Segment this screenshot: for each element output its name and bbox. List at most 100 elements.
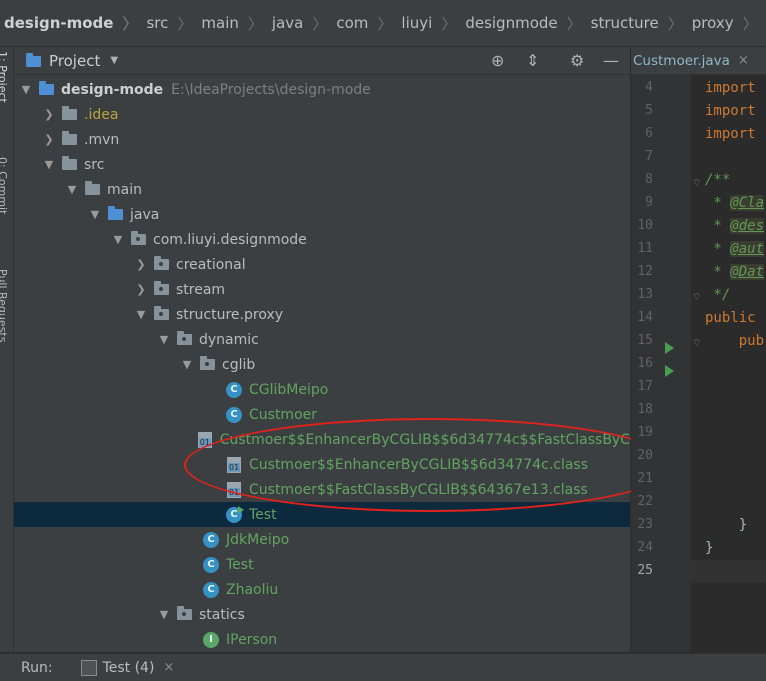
folder-icon (62, 156, 77, 170)
breadcrumb-label: src (146, 14, 169, 32)
tab-project[interactable]: 1: Project (0, 51, 9, 103)
chevron-down-icon[interactable]: ▼ (87, 208, 103, 221)
chevron-right-icon: 〉 (441, 14, 457, 33)
tree-item-package-root[interactable]: ▼ com.liuyi.designmode (14, 227, 630, 252)
tree-item-stream[interactable]: ❯ stream (14, 277, 630, 302)
doc-star: * (705, 241, 731, 257)
breadcrumb-label: design-mode (4, 14, 114, 32)
chevron-right-icon[interactable]: ❯ (133, 258, 149, 271)
close-icon[interactable]: × (738, 53, 749, 68)
line-number: 14 (637, 310, 653, 325)
tree-item-label: IPerson (226, 631, 278, 648)
chevron-right-icon: 〉 (312, 14, 328, 33)
package-icon (154, 256, 169, 270)
editor-tab-bar: Custmoer.java × (631, 47, 766, 75)
chevron-right-icon: 〉 (667, 14, 683, 33)
breadcrumb-item-project[interactable]: design-mode 〉 (4, 13, 146, 34)
chevron-down-icon[interactable]: ▼ (110, 55, 118, 66)
tree-item-jdkmeipo[interactable]: C JdkMeipo (14, 527, 630, 552)
chevron-right-icon[interactable]: ❯ (41, 108, 57, 121)
chevron-down-icon[interactable]: ▼ (64, 183, 80, 196)
settings-icon[interactable]: ⚙ (570, 51, 584, 70)
run-gutter-icon[interactable] (665, 365, 674, 377)
breadcrumb-item-proxy[interactable]: proxy 〉 (692, 13, 766, 34)
tab-commit[interactable]: 0: Commit (0, 157, 9, 214)
code-line: * @aut (705, 241, 765, 257)
folder-icon (62, 131, 77, 145)
tab-pull-requests[interactable]: Pull Requests (0, 269, 9, 342)
tree-item-creational[interactable]: ❯ creational (14, 252, 630, 277)
fold-icon[interactable]: ⌔ (692, 291, 701, 304)
tree-item-cglib[interactable]: ▼ cglib (14, 352, 630, 377)
chevron-down-icon[interactable]: ▼ (156, 333, 172, 346)
tree-item-dynamic[interactable]: ▼ dynamic (14, 327, 630, 352)
project-panel: Project ▼ ⊕ ⇕ ⚙ — ▼ design-mode E:\IdeaP… (14, 47, 630, 652)
breadcrumb-item-liuyi[interactable]: liuyi 〉 (401, 13, 465, 34)
tree-item-label: Custmoer$$EnhancerByCGLIB$$6d34774c.clas… (249, 456, 589, 473)
class-file-icon (227, 481, 241, 498)
tree-item-fastclass-class[interactable]: Custmoer$$FastClassByCGLIB$$64367e13.cla… (14, 477, 630, 502)
tree-item-main[interactable]: ▼ main (14, 177, 630, 202)
tree-item-dynamic-test[interactable]: C Test (14, 552, 630, 577)
tree-item-label: Test (249, 506, 277, 523)
line-number: 11 (637, 241, 653, 256)
class-file-icon (227, 456, 241, 473)
line-number: 19 (637, 425, 653, 440)
breadcrumb-item-main[interactable]: main 〉 (201, 13, 272, 34)
tree-item-java[interactable]: ▼ java (14, 202, 630, 227)
breadcrumb-item-designmode[interactable]: designmode 〉 (465, 13, 590, 34)
chevron-right-icon: 〉 (247, 14, 263, 33)
tree-item-statics[interactable]: ▼ statics (14, 602, 630, 627)
fold-icon[interactable]: ⌔ (692, 177, 701, 190)
code-editor[interactable]: Custmoer.java × 4 5 6 7 8 9 10 11 12 13 … (631, 47, 766, 652)
tree-item-label: stream (176, 281, 226, 298)
project-view-selector[interactable]: Project (49, 52, 100, 70)
code-line: /** (705, 172, 731, 188)
tree-item-label: .idea (84, 106, 119, 123)
tree-item-cglib-test[interactable]: C Test (14, 502, 630, 527)
tree-item-label: Custmoer (249, 406, 318, 423)
tree-item-label: structure.proxy (176, 306, 284, 323)
editor-tab-custmoer[interactable]: Custmoer.java (633, 53, 730, 69)
close-icon[interactable]: × (163, 660, 174, 675)
chevron-down-icon[interactable]: ▼ (18, 83, 34, 96)
tree-item-project-root[interactable]: ▼ design-mode E:\IdeaProjects\design-mod… (14, 77, 630, 102)
code-line: import (705, 126, 756, 142)
fold-icon[interactable]: ⌔ (692, 337, 701, 350)
tree-item-idea[interactable]: ❯ .idea (14, 102, 630, 127)
chevron-down-icon[interactable]: ▼ (133, 308, 149, 321)
chevron-down-icon[interactable]: ▼ (179, 358, 195, 371)
tree-item-structure-proxy[interactable]: ▼ structure.proxy (14, 302, 630, 327)
chevron-right-icon: 〉 (742, 14, 758, 33)
tree-item-custmoer[interactable]: C Custmoer (14, 402, 630, 427)
breadcrumb-item-java[interactable]: java 〉 (272, 13, 336, 34)
tree-item-mvn[interactable]: ❯ .mvn (14, 127, 630, 152)
tree-item-src[interactable]: ▼ src (14, 152, 630, 177)
tree-item-zhaoliu[interactable]: C Zhaoliu (14, 577, 630, 602)
chevron-down-icon[interactable]: ▼ (41, 158, 57, 171)
breadcrumb-item-src[interactable]: src 〉 (146, 13, 201, 34)
tree-item-enhancer-fastclass[interactable]: Custmoer$$EnhancerByCGLIB$$6d34774c$$Fas… (14, 427, 630, 452)
line-number: 23 (637, 517, 653, 532)
locate-icon[interactable]: ⊕ (491, 51, 504, 70)
tree-item-cglibmeipo[interactable]: C CGlibMeipo (14, 377, 630, 402)
chevron-down-icon[interactable]: ▼ (156, 608, 172, 621)
line-number-gutter: 4 5 6 7 8 9 10 11 12 13 14 15 16 17 18 1… (631, 75, 691, 652)
folder-icon (85, 181, 100, 195)
project-panel-header: Project ▼ ⊕ ⇕ ⚙ — (14, 47, 630, 75)
chevron-right-icon[interactable]: ❯ (41, 133, 57, 146)
tree-item-enhancer-class[interactable]: Custmoer$$EnhancerByCGLIB$$6d34774c.clas… (14, 452, 630, 477)
chevron-right-icon: 〉 (377, 14, 393, 33)
breadcrumb-item-com[interactable]: com 〉 (336, 13, 401, 34)
minimize-icon[interactable]: — (603, 51, 619, 70)
breadcrumb-item-structure[interactable]: structure 〉 (591, 13, 692, 34)
run-tab-test[interactable]: Test (4) (103, 660, 155, 676)
run-gutter-icon[interactable] (665, 342, 674, 354)
line-number: 10 (637, 218, 653, 233)
line-number: 5 (645, 103, 653, 118)
chevron-down-icon[interactable]: ▼ (110, 233, 126, 246)
tree-item-iperson[interactable]: I IPerson (14, 627, 630, 652)
chevron-right-icon[interactable]: ❯ (133, 283, 149, 296)
collapse-icon[interactable]: ⇕ (526, 51, 539, 70)
line-number: 21 (637, 471, 653, 486)
